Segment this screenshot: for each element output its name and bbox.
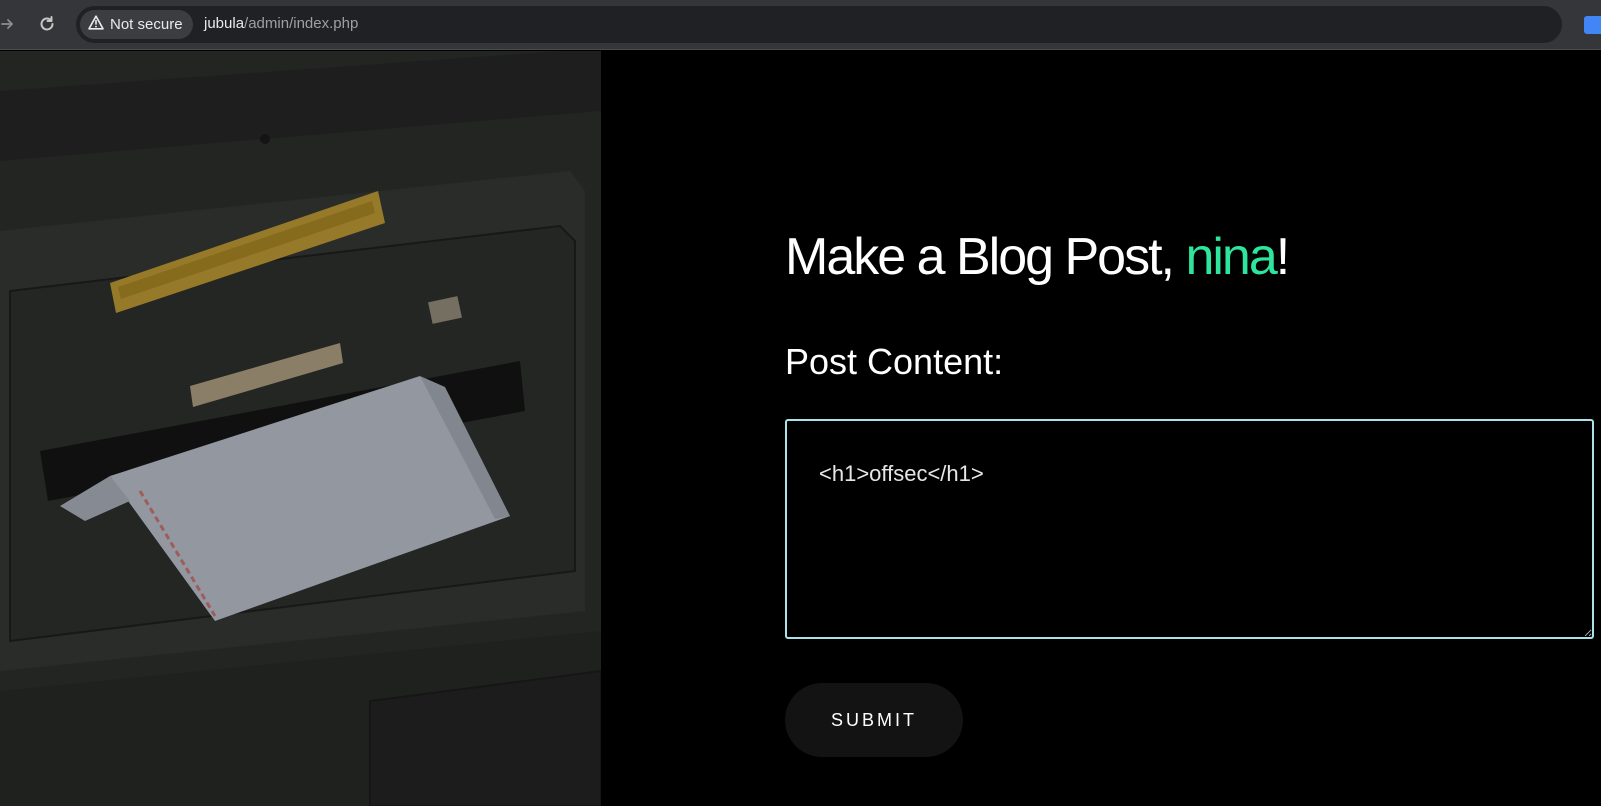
submit-button[interactable]: SUBMIT: [785, 683, 963, 757]
hero-photo: [0, 51, 601, 806]
mailbox-illustration: [0, 51, 601, 806]
browser-toolbar: Not secure jubula/admin/index.php: [0, 0, 1601, 50]
extension-icon[interactable]: [1584, 16, 1601, 34]
page-title: Make a Blog Post, nina!: [785, 227, 1291, 287]
security-chip[interactable]: Not secure: [80, 10, 193, 39]
username: nina: [1185, 228, 1277, 286]
url-path: /admin/index.php: [244, 15, 359, 32]
url-text[interactable]: jubula/admin/index.php: [204, 15, 358, 32]
forward-arrow-icon[interactable]: [0, 10, 22, 38]
title-prefix: Make a Blog Post,: [785, 228, 1186, 286]
warning-icon: [88, 15, 104, 34]
security-label: Not secure: [110, 16, 183, 33]
post-content-label: Post Content:: [785, 341, 1004, 382]
title-suffix: !: [1275, 228, 1291, 286]
blog-post-form: Make a Blog Post, nina! Post Content: <h…: [601, 51, 1601, 806]
url-host: jubula: [204, 15, 245, 32]
address-bar[interactable]: Not secure jubula/admin/index.php: [76, 6, 1601, 43]
reload-icon[interactable]: [33, 10, 61, 38]
post-content-textarea[interactable]: <h1>offsec</h1>: [785, 419, 1594, 639]
